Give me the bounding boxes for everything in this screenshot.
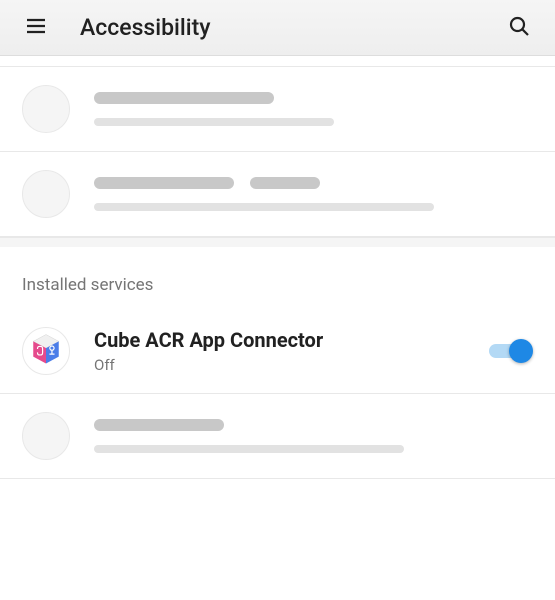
menu-button[interactable] [16,8,56,48]
title-placeholder-bar [94,177,234,189]
subtitle-placeholder-bar [94,203,434,211]
service-status: Off [94,356,489,374]
subtitle-placeholder-bar [94,118,334,126]
app-header: Accessibility [0,0,555,56]
page-title: Accessibility [80,14,499,41]
avatar-placeholder [22,412,70,460]
title-placeholder-bar [250,177,320,189]
subtitle-placeholder-bar [94,445,404,453]
list-item[interactable] [0,66,555,152]
service-text: Cube ACR App Connector Off [94,328,489,374]
list-item[interactable] [0,394,555,479]
menu-icon [24,14,48,42]
toggle-thumb [509,339,533,363]
section-divider [0,237,555,247]
avatar-placeholder [22,170,70,218]
title-placeholder-bar [94,419,224,431]
content-placeholder [94,419,533,453]
service-name: Cube ACR App Connector [94,328,489,352]
cube-acr-icon [29,332,63,370]
service-item-cube-acr[interactable]: Cube ACR App Connector Off [0,309,555,394]
app-icon-circle [22,327,70,375]
search-button[interactable] [499,8,539,48]
content-placeholder [94,177,533,211]
avatar-placeholder [22,85,70,133]
search-icon [507,14,531,42]
content-placeholder [94,92,533,126]
section-header-installed: Installed services [0,247,555,309]
list-item[interactable] [0,152,555,237]
service-toggle[interactable] [489,339,533,363]
title-placeholder-bar [94,92,274,104]
